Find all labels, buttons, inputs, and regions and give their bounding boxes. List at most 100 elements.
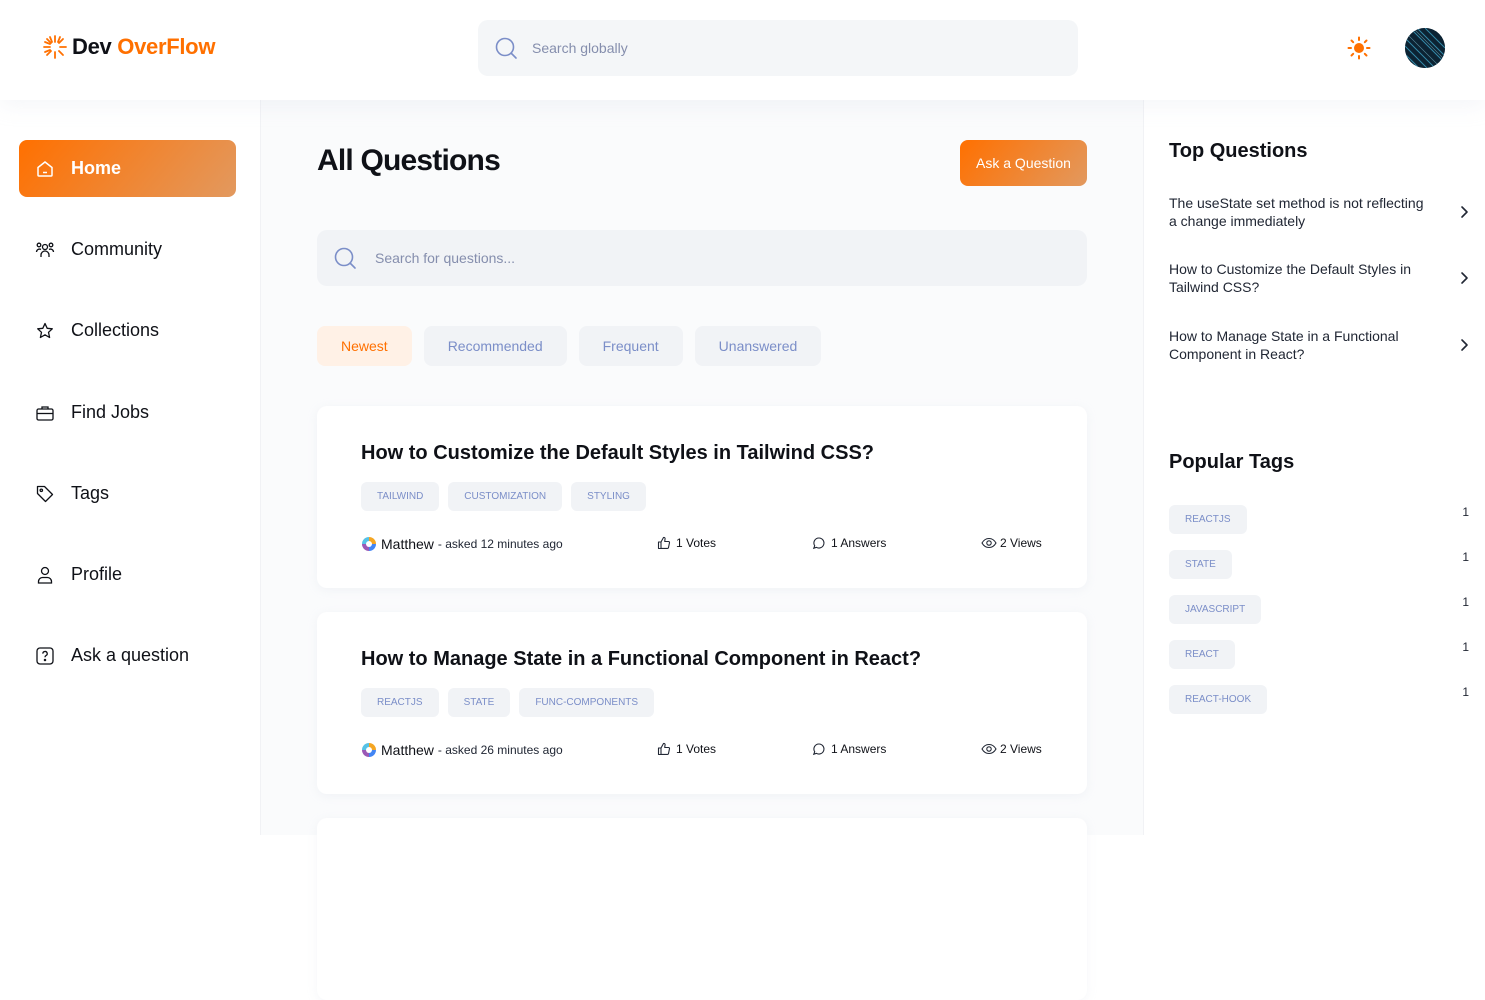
logo-text: Dev OverFlow: [72, 34, 216, 59]
question-card: How to Manage State in a Functional Comp…: [317, 612, 1087, 794]
top-question-text: How to Manage State in a Functional Comp…: [1169, 328, 1399, 362]
question-title[interactable]: How to Customize the Default Styles in T…: [361, 442, 874, 465]
right-sidebar: Top Questions The useState set method is…: [1143, 100, 1485, 835]
question-title[interactable]: How to Manage State in a Functional Comp…: [361, 648, 921, 671]
avatar[interactable]: [1405, 28, 1445, 68]
like-icon: [657, 536, 671, 550]
top-navbar: Dev OverFlow Search globally: [0, 0, 1485, 100]
global-search-input[interactable]: Search globally: [478, 20, 1078, 76]
filter-recommended[interactable]: Recommended: [423, 326, 567, 366]
popular-tag-item[interactable]: JAVASCRIPT 1: [1169, 595, 1469, 624]
question-tag[interactable]: STATE: [447, 688, 511, 717]
home-icon: [35, 159, 55, 179]
popular-tag-count: 1: [1462, 685, 1469, 699]
top-question-item[interactable]: The useState set method is not reflectin…: [1169, 194, 1469, 230]
question-tag[interactable]: TAILWIND: [361, 482, 440, 511]
sidebar-item-ask-question[interactable]: Ask a question: [19, 627, 236, 684]
eye-icon: [981, 536, 997, 550]
popular-tag[interactable]: REACT-HOOK: [1169, 685, 1268, 714]
answers-text: 1 Answers: [831, 536, 887, 550]
answers-metric: 1 Answers: [812, 742, 886, 756]
votes-metric: 1 Votes: [657, 536, 716, 550]
chevron-right-icon: [1459, 271, 1469, 285]
main-content: All Questions Ask a Question Search for …: [261, 100, 1143, 1000]
search-icon: [333, 246, 357, 270]
question-search-placeholder: Search for questions...: [375, 250, 516, 266]
filter-newest[interactable]: Newest: [317, 326, 412, 366]
eye-icon: [981, 742, 997, 756]
question-tags: REACTJS STATE FUNC-COMPONENTS: [361, 688, 655, 717]
question-tag[interactable]: CUSTOMIZATION: [448, 482, 563, 511]
ask-question-button[interactable]: Ask a Question: [960, 140, 1087, 186]
author-avatar: [361, 536, 377, 552]
top-question-text: How to Customize the Default Styles in T…: [1169, 261, 1411, 295]
sidebar-item-label: Collections: [71, 320, 160, 340]
asked-time: - asked 12 minutes ago: [437, 537, 563, 551]
asked-time: - asked 26 minutes ago: [437, 743, 563, 757]
popular-tag-count: 1: [1462, 505, 1469, 519]
views-metric: 2 Views: [981, 742, 1042, 756]
chevron-right-icon: [1459, 205, 1469, 219]
votes-text: 1 Votes: [676, 536, 717, 550]
filter-frequent[interactable]: Frequent: [578, 326, 683, 366]
question-tag[interactable]: REACTJS: [361, 688, 439, 717]
popular-tag[interactable]: STATE: [1169, 550, 1232, 579]
popular-tag-count: 1: [1462, 550, 1469, 564]
top-question-item[interactable]: How to Customize the Default Styles in T…: [1169, 260, 1469, 296]
popular-tag-item[interactable]: REACT 1: [1169, 640, 1469, 669]
question-search-input[interactable]: Search for questions...: [317, 230, 1087, 286]
sidebar-item-label: Tags: [71, 483, 110, 503]
question-author[interactable]: Matthew - asked 26 minutes ago: [361, 742, 563, 758]
author-avatar: [361, 742, 377, 758]
question-icon: [35, 646, 55, 666]
question-card: [317, 818, 1087, 1000]
answers-text: 1 Answers: [831, 742, 887, 756]
page-title: All Questions: [317, 144, 501, 177]
question-tag[interactable]: STYLING: [571, 482, 646, 511]
popular-tag[interactable]: JAVASCRIPT: [1169, 595, 1262, 624]
popular-tag-item[interactable]: STATE 1: [1169, 550, 1469, 579]
sidebar-item-profile[interactable]: Profile: [19, 546, 236, 603]
popular-tag-item[interactable]: REACTJS 1: [1169, 505, 1469, 534]
sidebar-item-community[interactable]: Community: [19, 221, 236, 278]
question-author[interactable]: Matthew - asked 12 minutes ago: [361, 536, 563, 552]
logo[interactable]: Dev OverFlow: [42, 34, 215, 60]
search-icon: [494, 36, 518, 60]
sun-icon[interactable]: [1347, 36, 1371, 60]
sidebar-item-label: Find Jobs: [71, 402, 150, 422]
popular-tag-count: 1: [1462, 595, 1469, 609]
sidebar-item-home[interactable]: Home: [19, 140, 236, 197]
filter-tabs: Newest Recommended Frequent Unanswered: [317, 326, 822, 366]
top-question-item[interactable]: How to Manage State in a Functional Comp…: [1169, 327, 1469, 363]
global-search-placeholder: Search globally: [532, 40, 628, 56]
star-icon: [35, 321, 55, 341]
like-icon: [657, 742, 671, 756]
message-icon: [812, 536, 826, 550]
author-name: Matthew: [381, 536, 434, 552]
votes-text: 1 Votes: [676, 742, 717, 756]
message-icon: [812, 742, 826, 756]
views-text: 2 Views: [1000, 742, 1042, 756]
question-tag[interactable]: FUNC-COMPONENTS: [519, 688, 655, 717]
popular-tag[interactable]: REACT: [1169, 640, 1235, 669]
sidebar-item-label: Community: [71, 239, 163, 259]
views-metric: 2 Views: [981, 536, 1042, 550]
author-name: Matthew: [381, 742, 434, 758]
sidebar-item-find-jobs[interactable]: Find Jobs: [19, 384, 236, 441]
answers-metric: 1 Answers: [812, 536, 886, 550]
popular-tag[interactable]: REACTJS: [1169, 505, 1247, 534]
sidebar-item-tags[interactable]: Tags: [19, 465, 236, 522]
popular-tag-item[interactable]: REACT-HOOK 1: [1169, 685, 1469, 714]
filter-unanswered[interactable]: Unanswered: [694, 326, 822, 366]
sidebar-item-collections[interactable]: Collections: [19, 302, 236, 359]
sidebar-item-label: Home: [71, 158, 122, 178]
votes-metric: 1 Votes: [657, 742, 716, 756]
logo-icon: [42, 34, 68, 60]
briefcase-icon: [35, 403, 55, 423]
community-icon: [35, 240, 55, 260]
views-text: 2 Views: [1000, 536, 1042, 550]
popular-tags-title: Popular Tags: [1169, 451, 1295, 473]
sidebar-item-label: Ask a question: [71, 645, 190, 665]
top-questions-title: Top Questions: [1169, 140, 1308, 162]
chevron-right-icon: [1459, 338, 1469, 352]
